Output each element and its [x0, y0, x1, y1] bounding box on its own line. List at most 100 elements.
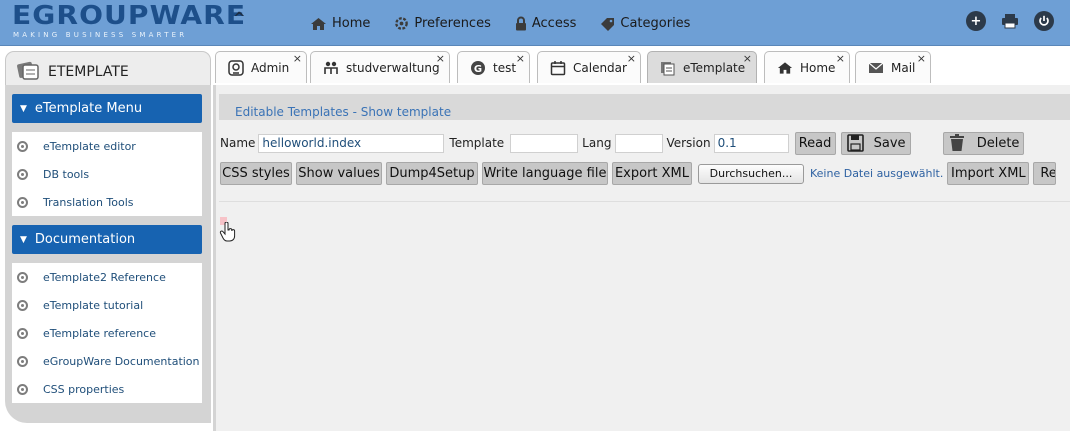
logo[interactable]: EGROUPWARE MAKING BUSINESS SMARTER — [12, 2, 245, 39]
dump4setup-button[interactable]: Dump4Setup — [386, 162, 478, 185]
tab-studverwaltung[interactable]: studverwaltung × — [310, 51, 450, 83]
tab-label: Calendar — [573, 60, 627, 75]
etemplate-icon — [661, 61, 675, 75]
sidebar-item-egroupware-documentation[interactable]: eGroupWare Documentation — [12, 347, 202, 375]
sidebar-item-etemplate2-reference[interactable]: eTemplate2 Reference — [12, 263, 202, 291]
template-label: Template — [449, 136, 505, 150]
name-input[interactable]: helloworld.index — [258, 133, 445, 153]
divider — [219, 201, 1070, 202]
template-form-row: Name helloworld.index Template Lang Vers… — [220, 131, 1024, 155]
close-icon[interactable]: × — [836, 52, 845, 65]
export-xml-button[interactable]: Export XML — [612, 162, 692, 185]
sidebar-item-db-tools[interactable]: DB tools — [12, 160, 202, 188]
tab-home[interactable]: Home × — [764, 51, 850, 83]
close-icon[interactable]: × — [516, 52, 525, 65]
cut-off-button[interactable]: Re — [1033, 162, 1057, 185]
calendar-icon — [550, 60, 566, 75]
sidebar-item-label: eTemplate editor — [43, 139, 136, 153]
tab-calendar[interactable]: Calendar × — [537, 51, 641, 83]
no-file-selected-text: Keine Datei ausgewählt. — [810, 167, 944, 180]
sidebox-etemplate-menu-header[interactable]: ▼ eTemplate Menu — [12, 94, 202, 123]
top-nav: Home Preferences Access Categories — [310, 16, 714, 31]
triangle-down-icon: ▼ — [20, 103, 27, 114]
collapse-arrow-icon[interactable]: ^ — [233, 9, 246, 27]
tab-mail[interactable]: Mail × — [855, 51, 931, 83]
action-button-row: CSS styles Show values Dump4Setup Write … — [220, 162, 1057, 185]
delete-label: Delete — [976, 135, 1020, 151]
save-button[interactable]: Save — [840, 131, 911, 155]
tag-icon — [601, 17, 615, 31]
lang-input[interactable] — [615, 133, 664, 153]
show-values-button[interactable]: Show values — [296, 162, 382, 185]
sidebar-item-label: eTemplate tutorial — [43, 298, 144, 312]
add-icon[interactable]: + — [966, 11, 986, 31]
close-icon[interactable]: × — [436, 52, 445, 65]
read-button[interactable]: Read — [794, 131, 836, 155]
tab-label: test — [493, 60, 517, 75]
sidebar-item-css-properties[interactable]: CSS properties — [12, 375, 202, 403]
lock-icon — [515, 16, 526, 31]
tab-admin[interactable]: Admin × — [215, 51, 307, 83]
topnav-home[interactable]: Home — [310, 16, 370, 31]
bullet-icon — [17, 271, 28, 283]
version-label: Version — [666, 136, 711, 150]
admin-icon — [228, 59, 244, 76]
etemplate-app-icon — [17, 61, 39, 80]
lang-label: Lang — [582, 136, 612, 150]
svg-text:G: G — [474, 64, 482, 75]
close-icon[interactable]: × — [917, 52, 926, 65]
browse-file-button[interactable]: Durchsuchen... — [698, 163, 804, 184]
topnav-label: Home — [332, 16, 371, 31]
close-icon[interactable]: × — [743, 52, 752, 65]
save-icon — [846, 134, 864, 152]
write-language-file-button[interactable]: Write language file — [482, 162, 608, 185]
topnav-access[interactable]: Access — [515, 16, 576, 31]
power-icon[interactable] — [1034, 11, 1054, 31]
tab-label: eTemplate — [683, 60, 746, 75]
name-label: Name — [220, 136, 256, 150]
sidebar-item-etemplate-reference[interactable]: eTemplate reference — [12, 319, 202, 347]
sidebox-title: eTemplate Menu — [34, 101, 143, 116]
sidebar-item-translation-tools[interactable]: Translation Tools — [12, 188, 202, 216]
main-content: Editable Templates - Show template Name … — [213, 85, 1070, 431]
bullet-icon — [17, 299, 28, 311]
sidebar-item-label: eTemplate reference — [43, 326, 156, 340]
version-input[interactable]: 0.1 — [713, 133, 789, 153]
bullet-icon — [17, 168, 28, 180]
sidebox-title: Documentation — [34, 232, 136, 247]
sidebox-documentation-header[interactable]: ▼ Documentation — [12, 225, 202, 254]
import-xml-button[interactable]: Import XML — [947, 162, 1030, 185]
house-icon — [311, 17, 326, 30]
sidebar-item-label: eGroupWare Documentation — [43, 354, 200, 368]
sidebar-item-etemplate-tutorial[interactable]: eTemplate tutorial — [12, 291, 202, 319]
topnav-preferences[interactable]: Preferences — [394, 16, 491, 31]
print-icon[interactable] — [1000, 11, 1020, 31]
tab-label: Home — [800, 60, 836, 75]
app-title: ETEMPLATE — [48, 64, 129, 80]
template-input[interactable] — [510, 133, 579, 153]
people-icon — [324, 61, 338, 74]
close-icon[interactable]: × — [293, 52, 302, 65]
top-actions: + — [966, 11, 1054, 31]
delete-button[interactable]: Delete — [942, 131, 1024, 155]
tab-label: studverwaltung — [346, 60, 440, 75]
tab-label: Admin — [251, 60, 290, 75]
page-title: Editable Templates - Show template — [235, 105, 452, 119]
tab-test[interactable]: G test × — [457, 51, 530, 83]
close-icon[interactable]: × — [627, 52, 636, 65]
bullet-icon — [17, 327, 28, 339]
app-title-box: ETEMPLATE — [5, 51, 211, 89]
triangle-down-icon: ▼ — [20, 234, 27, 245]
sidebar-item-etemplate-editor[interactable]: eTemplate editor — [12, 132, 202, 160]
tab-etemplate[interactable]: eTemplate × — [647, 51, 757, 83]
tab-strip: ETEMPLATE Admin × studverwaltung × G tes… — [0, 47, 1070, 89]
g-icon: G — [471, 60, 485, 75]
sidebar-item-label: CSS properties — [43, 382, 125, 396]
sidebar-item-label: Translation Tools — [43, 195, 134, 209]
topnav-categories[interactable]: Categories — [600, 16, 690, 31]
mail-icon — [868, 62, 884, 73]
css-styles-button[interactable]: CSS styles — [220, 162, 292, 185]
sidebar-item-label: eTemplate2 Reference — [43, 270, 166, 284]
sidebar-item-label: DB tools — [43, 167, 90, 181]
bullet-icon — [17, 196, 28, 208]
